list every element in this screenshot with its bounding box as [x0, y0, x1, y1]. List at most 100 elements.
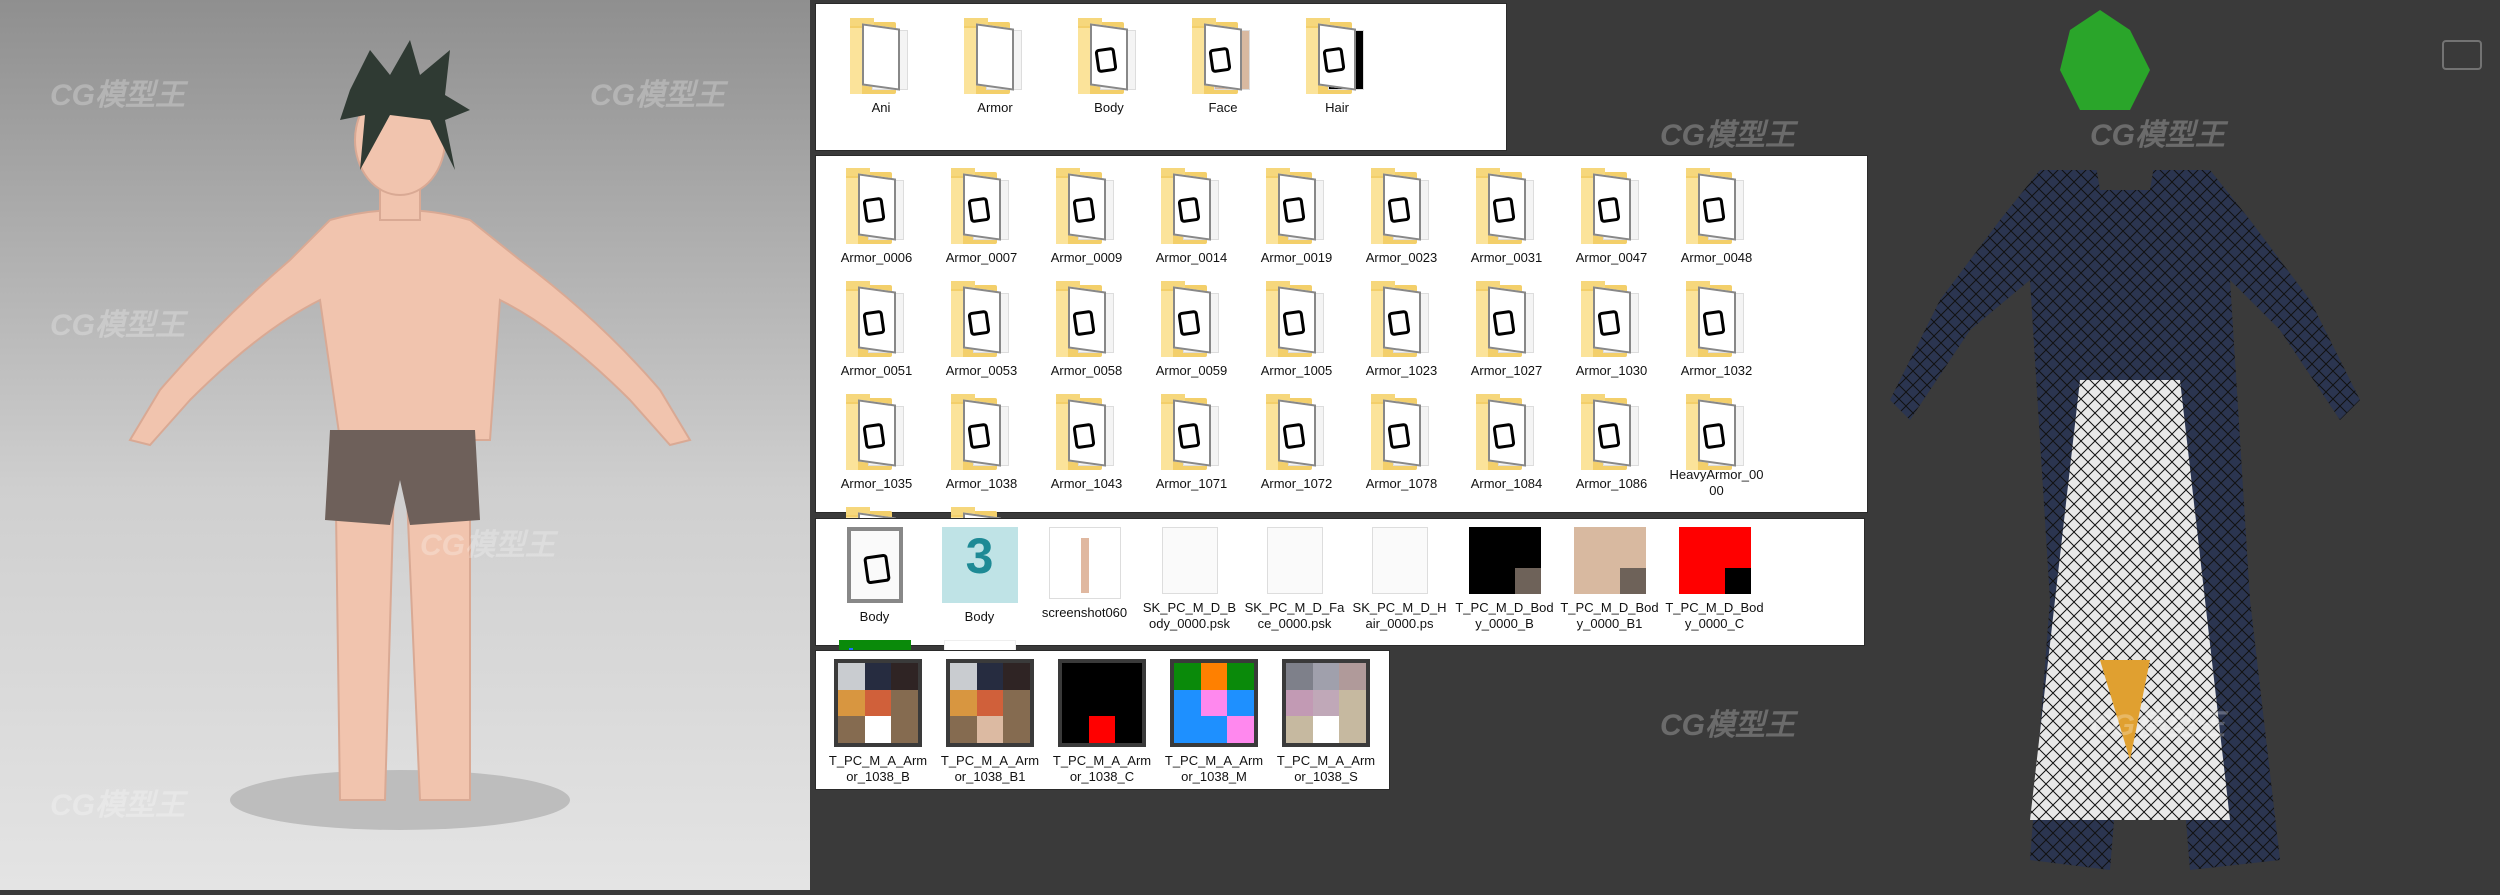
file-item[interactable]: T_PC_M_A_Armor_1038_C [1046, 651, 1158, 787]
file-item[interactable]: Armor_0047 [1559, 160, 1664, 273]
file-label: Hair [1325, 100, 1349, 115]
folder-3ds-icon [1475, 168, 1538, 244]
file-label: Armor_1032 [1680, 363, 1753, 378]
file-label: Armor_0006 [840, 250, 913, 265]
file-item[interactable]: Armor_0019 [1244, 160, 1349, 273]
file-label: Armor_1071 [1155, 476, 1228, 491]
file-item[interactable]: Armor_1086 [1559, 386, 1664, 499]
file-item[interactable]: T_PC_M_D_Body_0000_C [1662, 519, 1767, 632]
folder-3ds-icon [1475, 394, 1538, 470]
3ds-cube-icon [1701, 422, 1726, 450]
file-item[interactable]: HeavyArmor_0000 [1664, 386, 1769, 499]
file-item[interactable]: T_PC_M_A_Armor_1038_S [1270, 651, 1382, 787]
file-item[interactable]: Body [1052, 4, 1166, 144]
file-item[interactable]: Armor_1005 [1244, 273, 1349, 386]
3ds-cube-icon [1701, 309, 1726, 337]
file-item[interactable]: Armor_0023 [1349, 160, 1454, 273]
file-item[interactable]: Armor [938, 4, 1052, 144]
3ds-cube-icon [1386, 196, 1411, 224]
file-label: Armor_1038 [945, 476, 1018, 491]
folder-3ds-icon [1580, 168, 1643, 244]
file-item[interactable]: Armor_1078 [1349, 386, 1454, 499]
3ds-cube-icon [1386, 309, 1411, 337]
3ds-cube-icon [861, 422, 886, 450]
file-item[interactable]: Armor_0059 [1139, 273, 1244, 386]
file-item[interactable]: T_PC_M_D_Body_0000_B1 [1557, 519, 1662, 632]
3ds-cube-icon [861, 196, 886, 224]
folder-3ds-icon [1078, 18, 1140, 94]
file-item[interactable]: Armor_1035 [824, 386, 929, 499]
3ds-cube-icon [1176, 196, 1201, 224]
file-item[interactable]: Armor_0007 [929, 160, 1034, 273]
folder-3ds-icon [1055, 168, 1118, 244]
character-base-body [128, 40, 692, 830]
folder-3ds-icon [1160, 168, 1223, 244]
file-item[interactable]: Ani [824, 4, 938, 144]
3ds-cube-icon [1281, 309, 1306, 337]
3ds-cube-icon [1281, 196, 1306, 224]
file-item[interactable]: Armor_0006 [824, 160, 929, 273]
file-label: T_PC_M_A_Armor_1038_C [1052, 753, 1152, 784]
file-item[interactable]: Armor_0058 [1034, 273, 1139, 386]
file-item[interactable]: Armor_1043 [1034, 386, 1139, 499]
file-label: Armor_0051 [840, 363, 913, 378]
folder-hair-icon [1306, 18, 1368, 94]
file-label: Armor_1086 [1575, 476, 1648, 491]
character-armored-wireframe [1890, 10, 2360, 870]
file-item[interactable]: T_PC_M_A_Armor_1038_M [1158, 651, 1270, 787]
file-item[interactable]: Armor_0053 [929, 273, 1034, 386]
file-label: Armor_1030 [1575, 363, 1648, 378]
file-label: T_PC_M_A_Armor_1038_M [1164, 753, 1264, 784]
viewport-character-base[interactable] [0, 0, 810, 890]
folder-3ds-icon [1160, 394, 1223, 470]
file-item[interactable]: Armor_1027 [1454, 273, 1559, 386]
file-item[interactable]: 3 Body [927, 519, 1032, 632]
explorer-panel-armor: Armor_0006 Armor_0007 Armor_0009 Armor_0014… [815, 155, 1868, 604]
file-item[interactable]: SK_PC_M_D_Hair_0000.ps [1347, 519, 1452, 632]
blank-file-icon [1266, 527, 1323, 594]
folder-3ds-icon [845, 394, 908, 470]
file-label: Ani [871, 100, 891, 115]
file-item[interactable]: Armor_0031 [1454, 160, 1559, 273]
file-label: Armor_0058 [1050, 363, 1123, 378]
file-label: Armor_1072 [1260, 476, 1333, 491]
file-item[interactable]: Armor_0048 [1664, 160, 1769, 273]
3ds-cube-icon [1596, 309, 1621, 337]
file-item[interactable]: Armor_1030 [1559, 273, 1664, 386]
file-label: HeavyArmor_0000 [1669, 467, 1764, 498]
file-item[interactable]: Armor_1084 [1454, 386, 1559, 499]
file-item[interactable]: Body [822, 519, 927, 632]
3ds-cube-icon [1071, 422, 1096, 450]
file-item[interactable]: T_PC_M_A_Armor_1038_B1 [934, 651, 1046, 787]
file-item[interactable]: Armor_1071 [1139, 386, 1244, 499]
file-label: SK_PC_M_D_Body_0000.psk [1142, 600, 1237, 631]
file-item[interactable]: Hair [1280, 4, 1394, 144]
file-label: Armor_1035 [840, 476, 913, 491]
file-item[interactable]: T_PC_M_D_Body_0000_B [1452, 519, 1557, 632]
file-item[interactable]: Armor_1038 [929, 386, 1034, 499]
file-item[interactable]: SK_PC_M_D_Face_0000.psk [1242, 519, 1347, 632]
file-item[interactable]: Armor_0014 [1139, 160, 1244, 273]
file-item[interactable]: SK_PC_M_D_Body_0000.psk [1137, 519, 1242, 632]
file-item[interactable]: Face [1166, 4, 1280, 144]
file-item[interactable]: T_PC_M_A_Armor_1038_B [822, 651, 934, 787]
folder-3ds-icon [1055, 281, 1118, 357]
file-item[interactable]: Armor_1072 [1244, 386, 1349, 499]
explorer-panel-armor-textures: T_PC_M_A_Armor_1038_B T_PC_M_A_Armor_1038… [815, 650, 1390, 790]
file-item[interactable]: Armor_1023 [1349, 273, 1454, 386]
3ds-cube-icon [966, 196, 991, 224]
3ds-cube-icon [1071, 196, 1096, 224]
folder-3ds-icon [950, 281, 1013, 357]
file-label: SK_PC_M_D_Face_0000.psk [1244, 600, 1345, 631]
3ds-cube-icon [861, 309, 886, 337]
file-item[interactable]: Armor_0009 [1034, 160, 1139, 273]
folder-3ds-icon [1265, 168, 1328, 244]
folder-3ds-icon [1265, 394, 1328, 470]
3ds-cube-icon [1596, 422, 1621, 450]
file-label: T_PC_M_A_Armor_1038_S [1276, 753, 1376, 784]
3ds-cube-icon [1176, 422, 1201, 450]
file-item[interactable]: screenshot060 [1032, 519, 1137, 632]
3ds-cube-icon [966, 309, 991, 337]
file-item[interactable]: Armor_0051 [824, 273, 929, 386]
file-item[interactable]: Armor_1032 [1664, 273, 1769, 386]
